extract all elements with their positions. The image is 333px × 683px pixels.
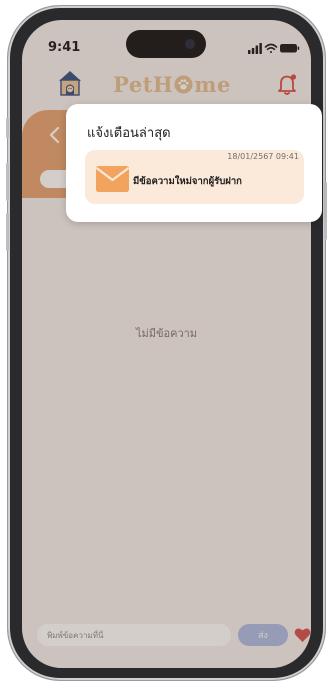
notification-popup: แจ้งเตือนล่าสุด 18/01/2567 09:41 มีข้อคว…	[66, 104, 322, 222]
notification-item[interactable]: 18/01/2567 09:41 มีข้อความใหม่จากผู้รับฝ…	[85, 150, 304, 204]
envelope-icon	[96, 166, 129, 192]
notification-date: 18/01/2567 09:41	[227, 152, 299, 161]
popup-title: แจ้งเตือนล่าสุด	[87, 126, 171, 141]
power-button	[324, 182, 327, 240]
notification-message: มีข้อความใหม่จากผู้รับฝาก	[133, 176, 242, 187]
volume-down-button	[6, 213, 9, 251]
volume-up-button	[6, 163, 9, 201]
action-button	[6, 118, 9, 138]
